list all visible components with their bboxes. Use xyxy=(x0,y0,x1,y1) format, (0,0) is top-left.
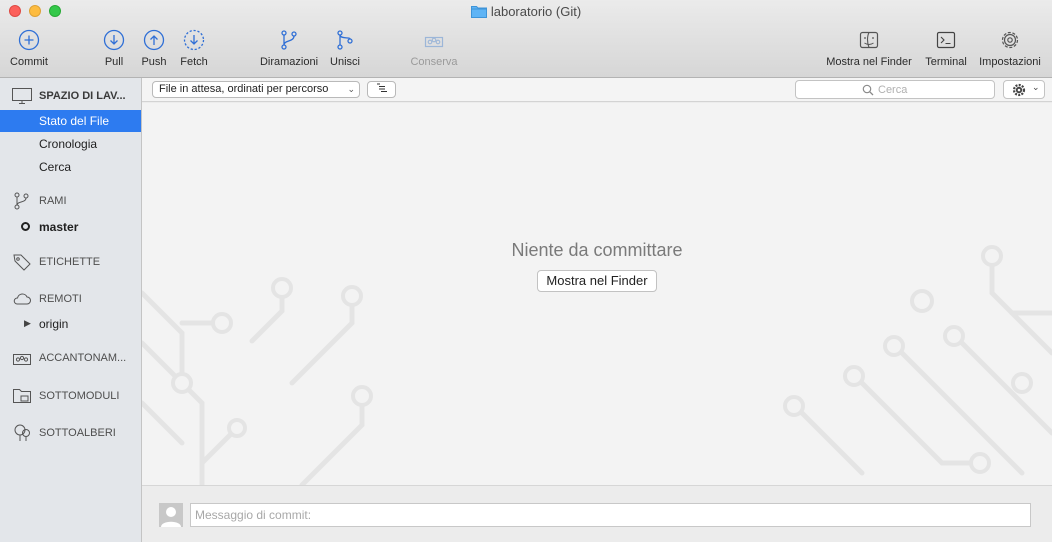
cloud-icon xyxy=(13,293,31,305)
fetch-button[interactable]: Fetch xyxy=(177,28,211,68)
sidebar-item-history[interactable]: Cronologia xyxy=(0,133,141,155)
merge-button[interactable]: Unisci xyxy=(327,28,363,68)
stash-button[interactable]: Conserva xyxy=(407,28,461,68)
sidebar-item-branch-master[interactable]: master xyxy=(0,216,141,238)
sidebar-section-workspace[interactable]: SPAZIO DI LAV... xyxy=(0,85,142,107)
tag-icon xyxy=(13,254,31,271)
sidebar-section-label: ETICHETTE xyxy=(39,256,101,268)
window-title-text: laboratorio (Git) xyxy=(490,4,582,19)
file-filter-dropdown[interactable]: File in attesa, ordinati per percorso ⌄ xyxy=(152,81,360,98)
sidebar-item-search[interactable]: Cerca xyxy=(0,156,141,178)
avatar xyxy=(159,503,183,527)
sidebar-section-stashes[interactable]: ACCANTONAM... xyxy=(0,347,142,369)
branch-button[interactable]: Diramazioni xyxy=(256,28,322,68)
search-input[interactable] xyxy=(878,82,988,97)
sidebar-section-subtrees[interactable]: SOTTOALBERI xyxy=(0,422,142,444)
stash-label: Conserva xyxy=(410,56,458,68)
commit-label: Commit xyxy=(10,56,48,68)
sidebar-section-label: SOTTOALBERI xyxy=(39,427,116,439)
merge-icon xyxy=(337,30,353,50)
sidebar-item-label: Cronologia xyxy=(39,137,98,151)
toolbar: laboratorio (Git) Commit Pull Push Fetch xyxy=(0,0,1052,78)
gear-icon xyxy=(1001,31,1019,49)
sidebar-section-label: SPAZIO DI LAV... xyxy=(39,90,126,102)
pull-label: Pull xyxy=(104,56,124,68)
fetch-label: Fetch xyxy=(180,56,208,68)
disclosure-triangle-icon[interactable]: ▶ xyxy=(24,318,31,329)
sidebar-section-label: SOTTOMODULI xyxy=(39,390,120,402)
current-branch-indicator xyxy=(21,222,30,231)
commit-bar xyxy=(142,485,1052,542)
sidebar: SPAZIO DI LAV... Stato del File Cronolog… xyxy=(0,78,142,542)
commit-button[interactable]: Commit xyxy=(6,28,52,68)
list-view-toggle[interactable] xyxy=(367,81,396,98)
merge-label: Unisci xyxy=(330,56,360,68)
sidebar-section-label: ACCANTONAM... xyxy=(39,352,127,364)
sidebar-item-label: master xyxy=(39,220,79,234)
stash-icon xyxy=(13,354,31,365)
search-field[interactable] xyxy=(795,80,995,99)
sidebar-section-label: RAMI xyxy=(39,195,67,207)
action-menu-button[interactable]: ⌄ xyxy=(1003,80,1045,99)
branch-icon xyxy=(14,192,29,210)
finder-icon xyxy=(859,31,879,49)
show-in-finder-button[interactable]: Mostra nel Finder xyxy=(822,28,916,68)
sidebar-item-label: Cerca xyxy=(39,160,72,174)
settings-label: Impostazioni xyxy=(979,56,1041,68)
sidebar-section-branches[interactable]: RAMI xyxy=(0,190,142,212)
chevron-down-icon: ⌄ xyxy=(1032,82,1040,92)
gear-icon xyxy=(1012,83,1026,97)
empty-state-message: Niente da committare xyxy=(511,240,683,260)
file-status-pane: Niente da committare Mostra nel Finder xyxy=(142,103,1052,485)
file-filter-selected-value: File in attesa, ordinati per percorso xyxy=(159,83,329,95)
sidebar-section-remotes[interactable]: REMOTI xyxy=(0,288,142,310)
sidebar-item-label: origin xyxy=(39,317,69,331)
tree-list-icon xyxy=(376,83,387,92)
sidebar-item-file-status[interactable]: Stato del File xyxy=(0,110,141,132)
arrow-down-circle-icon xyxy=(103,29,125,51)
sidebar-section-tags[interactable]: ETICHETTE xyxy=(0,251,142,273)
push-button[interactable]: Push xyxy=(138,28,170,68)
terminal-label: Terminal xyxy=(925,56,967,68)
search-icon xyxy=(862,84,874,96)
pull-button[interactable]: Pull xyxy=(99,28,129,68)
show-in-finder-button[interactable]: Mostra nel Finder xyxy=(537,270,657,292)
circuit-background-pattern xyxy=(142,245,1052,485)
push-label: Push xyxy=(141,56,167,68)
file-filter-bar: File in attesa, ordinati per percorso ⌄ … xyxy=(142,78,1052,102)
chevron-down-icon: ⌄ xyxy=(347,84,355,94)
show-in-finder-label: Mostra nel Finder xyxy=(826,56,912,68)
fetch-icon xyxy=(183,29,205,51)
sidebar-item-label: Stato del File xyxy=(39,114,110,128)
sidebar-item-remote-origin[interactable]: ▶ origin xyxy=(0,313,141,335)
submodule-folder-icon xyxy=(13,389,31,403)
terminal-icon xyxy=(936,31,956,49)
plus-circle-icon xyxy=(18,29,40,51)
window-title: laboratorio (Git) xyxy=(0,4,1052,19)
stash-icon xyxy=(424,36,444,48)
terminal-button[interactable]: Terminal xyxy=(922,28,970,68)
folder-icon xyxy=(470,6,487,18)
tree-icon xyxy=(14,424,30,441)
branch-icon xyxy=(281,30,297,50)
monitor-icon xyxy=(12,88,32,104)
branch-label: Diramazioni xyxy=(259,56,319,68)
commit-message-input[interactable] xyxy=(190,503,1031,527)
settings-button[interactable]: Impostazioni xyxy=(975,28,1045,68)
arrow-up-circle-icon xyxy=(143,29,165,51)
sidebar-section-submodules[interactable]: SOTTOMODULI xyxy=(0,385,142,407)
user-silhouette-icon xyxy=(161,507,181,527)
sidebar-section-label: REMOTI xyxy=(39,293,82,305)
